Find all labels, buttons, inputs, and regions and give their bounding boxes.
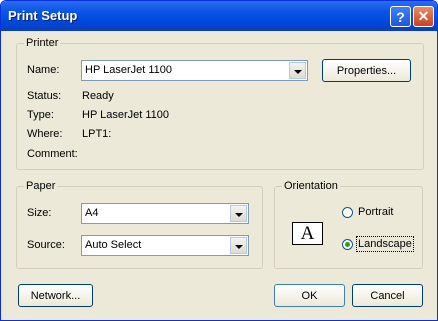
portrait-radio[interactable] xyxy=(342,207,353,218)
type-value: HP LaserJet 1100 xyxy=(82,109,170,121)
type-label: Type: xyxy=(27,109,54,121)
where-label: Where: xyxy=(27,128,63,140)
ok-button[interactable]: OK xyxy=(274,284,345,307)
printer-legend: Printer xyxy=(24,37,61,49)
chevron-down-icon[interactable] xyxy=(289,62,306,79)
help-icon: ? xyxy=(396,8,405,25)
printer-name-value: HP LaserJet 1100 xyxy=(85,64,173,76)
landscape-radio[interactable] xyxy=(342,239,353,250)
paper-source-value: Auto Select xyxy=(85,239,142,251)
print-setup-dialog: Print Setup ? ✕ Printer Name: HP LaserJe… xyxy=(0,0,438,321)
close-button[interactable]: ✕ xyxy=(413,6,434,27)
paper-source-select[interactable]: Auto Select xyxy=(81,235,249,256)
window-title: Print Setup xyxy=(8,8,78,23)
source-label: Source: xyxy=(27,239,65,251)
network-button[interactable]: Network... xyxy=(18,284,93,307)
chevron-down-icon[interactable] xyxy=(230,205,247,222)
paper-legend: Paper xyxy=(24,180,58,192)
properties-label: Properties... xyxy=(336,64,397,77)
where-value: LPT1: xyxy=(82,128,112,140)
portrait-label[interactable]: Portrait xyxy=(358,206,393,218)
name-label: Name: xyxy=(27,64,60,76)
landscape-page-icon: A xyxy=(292,222,323,245)
orientation-legend: Orientation xyxy=(282,180,340,192)
printer-name-select[interactable]: HP LaserJet 1100 xyxy=(81,60,308,81)
orientation-glyph: A xyxy=(300,222,315,244)
cancel-button[interactable]: Cancel xyxy=(352,284,423,307)
landscape-label[interactable]: Landscape xyxy=(356,236,414,252)
comment-label: Comment: xyxy=(27,148,78,160)
paper-size-select[interactable]: A4 xyxy=(81,203,249,224)
properties-button[interactable]: Properties... xyxy=(322,59,411,82)
network-label: Network... xyxy=(30,289,81,302)
paper-group: Paper xyxy=(16,180,263,269)
cancel-label: Cancel xyxy=(370,289,405,302)
close-icon: ✕ xyxy=(417,8,430,24)
chevron-down-icon[interactable] xyxy=(230,237,247,254)
size-label: Size: xyxy=(27,207,52,219)
status-label: Status: xyxy=(27,90,62,102)
paper-size-value: A4 xyxy=(85,207,99,219)
status-value: Ready xyxy=(82,90,114,102)
ok-label: OK xyxy=(301,289,318,302)
help-button[interactable]: ? xyxy=(390,6,411,27)
title-bar[interactable]: Print Setup ? ✕ xyxy=(1,1,437,31)
